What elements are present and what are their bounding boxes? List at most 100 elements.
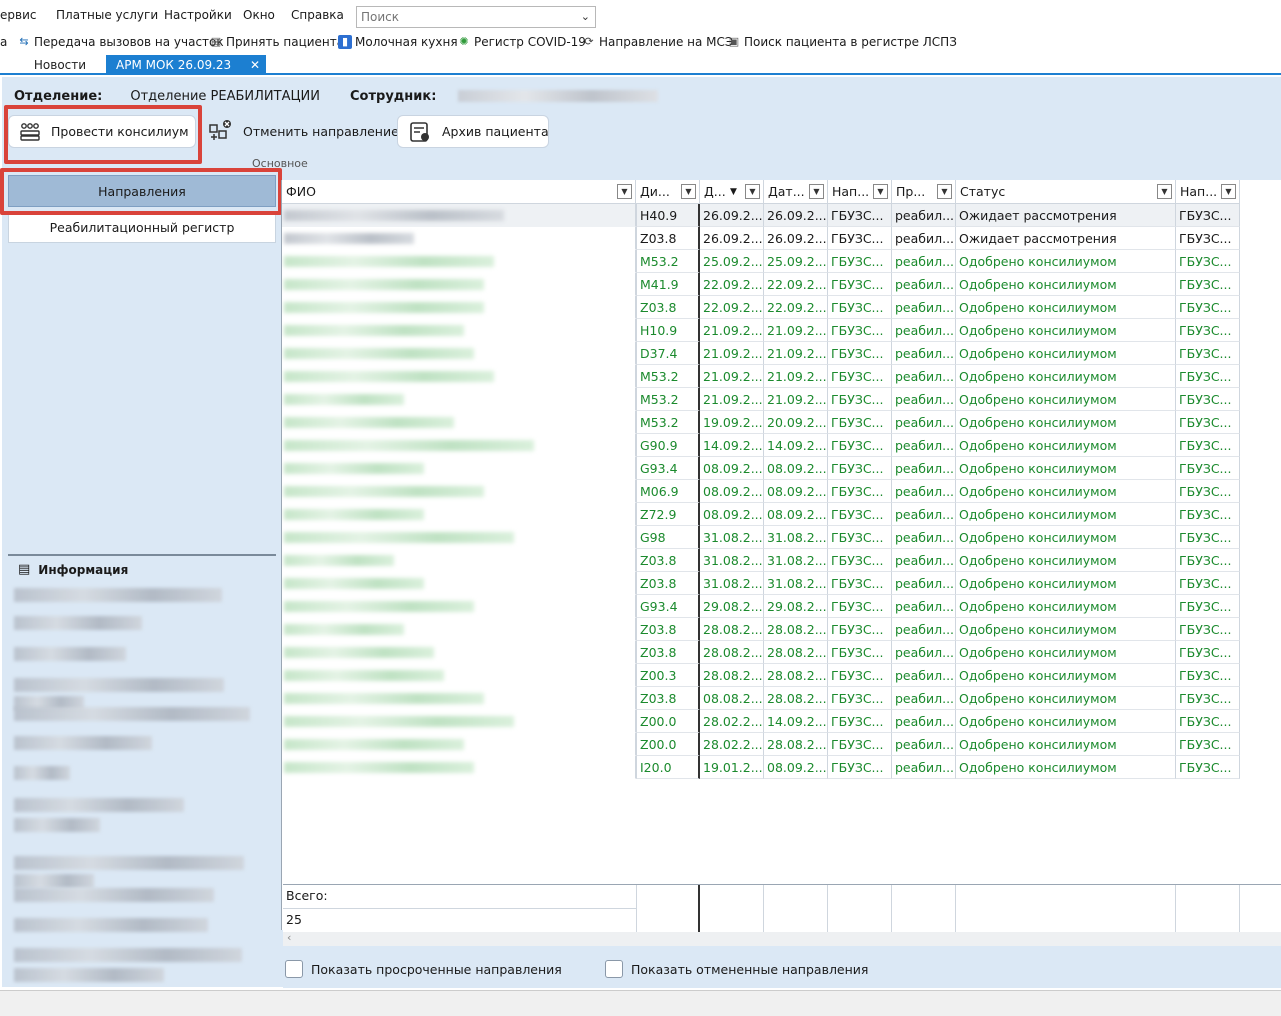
cell-diagnosis: M53.2: [636, 411, 700, 434]
show-cancelled-checkbox[interactable]: Показать отмененные направления: [605, 960, 868, 978]
table-row[interactable]: Z00.3 28.08.2... 28.08.2... ГБУЗС... реабил.…: [282, 664, 1240, 687]
table-row[interactable]: G98 31.08.2... 31.08.2... ГБУЗС... реабил...…: [282, 526, 1240, 549]
cell-referral-org: ГБУЗС...: [828, 365, 892, 388]
menu-help[interactable]: Справка: [291, 8, 344, 22]
redacted-name: [284, 601, 474, 612]
chevron-down-icon[interactable]: ⌄: [581, 10, 590, 23]
tab-news[interactable]: Новости: [14, 55, 106, 75]
checkbox-box[interactable]: [285, 960, 303, 978]
table-row[interactable]: Z03.8 31.08.2... 31.08.2... ГБУЗС... реабил.…: [282, 572, 1240, 595]
cell-date2: 21.09.2...: [764, 365, 828, 388]
quick-item-mse-referral[interactable]: ⟳ Направление на МСЭ: [582, 35, 733, 49]
table-row[interactable]: Z03.8 28.08.2... 28.08.2... ГБУЗС... реабил.…: [282, 618, 1240, 641]
table-row[interactable]: M41.9 22.09.2... 22.09.2... ГБУЗС... реабил.…: [282, 273, 1240, 296]
cell-diagnosis: Z00.0: [636, 733, 700, 756]
menu-paid-services[interactable]: Платные услуги: [56, 8, 158, 22]
cell-diagnosis: Z03.8: [636, 296, 700, 319]
nav-item-rehab-registry[interactable]: Реабилитационный регистр: [8, 211, 276, 243]
cancel-referral-button[interactable]: Отменить направление: [196, 115, 399, 148]
column-header-referral-org[interactable]: Нап... ▼: [828, 180, 892, 204]
table-row[interactable]: M06.9 08.09.2... 08.09.2... ГБУЗС... реабил.…: [282, 480, 1240, 503]
tab-arm-mok[interactable]: АРМ МОК 26.09.23 ✕: [106, 55, 266, 75]
quick-item-lspz-search[interactable]: ▣ Поиск пациента в регистре ЛСПЗ: [727, 35, 957, 49]
redacted-name: [284, 302, 484, 313]
search-input[interactable]: [357, 7, 567, 27]
column-header-date2[interactable]: Дат... ▼: [764, 180, 828, 204]
filter-dropdown-icon[interactable]: ▼: [873, 184, 888, 199]
cell-date1: 21.09.2...: [700, 319, 764, 342]
total-label: Всего:: [283, 885, 637, 909]
filter-dropdown-icon[interactable]: ▼: [617, 184, 632, 199]
table-row[interactable]: Z00.0 28.02.2... 14.09.2... ГБУЗС... реабил.…: [282, 710, 1240, 733]
quick-item-cut[interactable]: а: [0, 35, 7, 49]
table-row[interactable]: H10.9 21.09.2... 21.09.2... ГБУЗС... реабил.…: [282, 319, 1240, 342]
table-row[interactable]: D37.4 21.09.2... 21.09.2... ГБУЗС... реабил.…: [282, 342, 1240, 365]
menu-settings[interactable]: Настройки: [164, 8, 232, 22]
table-row[interactable]: M53.2 21.09.2... 21.09.2... ГБУЗС... реабил.…: [282, 365, 1240, 388]
column-header-status[interactable]: Статус ▼: [956, 180, 1176, 204]
table-row[interactable]: G90.9 14.09.2... 14.09.2... ГБУЗС... реабил.…: [282, 434, 1240, 457]
info-redacted-line: [14, 874, 94, 888]
column-header-label: Статус: [960, 184, 1006, 199]
redacted-name: [284, 233, 414, 244]
quick-item-milk-kitchen[interactable]: ▮ Молочная кухня: [338, 35, 458, 49]
cell-fio-redacted: [282, 273, 636, 296]
quick-item-covid-registry[interactable]: ✺ Регистр COVID-19: [457, 35, 586, 49]
table-row[interactable]: G93.4 08.09.2... 08.09.2... ГБУЗС... реабил.…: [282, 457, 1240, 480]
table-row[interactable]: Z03.8 08.08.2... 28.08.2... ГБУЗС... реабил.…: [282, 687, 1240, 710]
filter-dropdown-icon[interactable]: ▼: [745, 184, 760, 199]
close-icon[interactable]: ✕: [250, 55, 260, 75]
quick-item-transfer-calls[interactable]: ⇆ Передача вызовов на участок: [17, 35, 223, 49]
menu-window[interactable]: Окно: [243, 8, 275, 22]
cell-referral-to: ГБУЗС...: [1176, 526, 1240, 549]
cell-profile: реабил...: [892, 342, 956, 365]
show-overdue-checkbox[interactable]: Показать просроченные направления: [285, 960, 562, 978]
search-combobox[interactable]: ⌄: [356, 6, 596, 28]
table-row[interactable]: Z72.9 08.09.2... 08.09.2... ГБУЗС... реабил.…: [282, 503, 1240, 526]
filter-dropdown-icon[interactable]: ▼: [681, 184, 696, 199]
cell-fio-redacted: [282, 572, 636, 595]
cell-diagnosis: D37.4: [636, 342, 700, 365]
cell-date2: 31.08.2...: [764, 572, 828, 595]
filter-dropdown-icon[interactable]: ▼: [937, 184, 952, 199]
cell-fio-redacted: [282, 365, 636, 388]
column-header-profile[interactable]: Пр... ▼: [892, 180, 956, 204]
table-row[interactable]: H40.9 26.09.2... 26.09.2... ГБУЗС... реабил.…: [282, 204, 1240, 227]
info-redacted-line: [14, 856, 244, 870]
scroll-left-icon[interactable]: ‹: [287, 931, 291, 944]
filter-dropdown-icon[interactable]: ▼: [809, 184, 824, 199]
table-row[interactable]: Z03.8 31.08.2... 31.08.2... ГБУЗС... реабил.…: [282, 549, 1240, 572]
table-row[interactable]: M53.2 25.09.2... 25.09.2... ГБУЗС... реабил.…: [282, 250, 1240, 273]
table-row[interactable]: I20.0 19.01.2... 08.09.2... ГБУЗС... реабил.…: [282, 756, 1240, 779]
checkbox-box[interactable]: [605, 960, 623, 978]
cell-fio-redacted: [282, 342, 636, 365]
footer-cell: [764, 885, 828, 933]
cell-referral-org: ГБУЗС...: [828, 503, 892, 526]
column-header-referral-to[interactable]: Нап... ▼: [1176, 180, 1240, 204]
cell-referral-to: ГБУЗС...: [1176, 641, 1240, 664]
cell-date1: 29.08.2...: [700, 595, 764, 618]
column-header-diagnosis[interactable]: Ди... ▼: [636, 180, 700, 204]
table-row[interactable]: Z00.0 28.02.2... 28.08.2... ГБУЗС... реабил.…: [282, 733, 1240, 756]
cell-referral-to: ГБУЗС...: [1176, 572, 1240, 595]
filter-dropdown-icon[interactable]: ▼: [1221, 184, 1236, 199]
quick-item-accept-patient[interactable]: ▤ Принять пациента: [209, 35, 344, 49]
table-row[interactable]: Z03.8 26.09.2... 26.09.2... ГБУЗС... реабил.…: [282, 227, 1240, 250]
cell-date1: 21.09.2...: [700, 342, 764, 365]
cell-diagnosis: M53.2: [636, 365, 700, 388]
table-row[interactable]: Z03.8 22.09.2... 22.09.2... ГБУЗС... реабил.…: [282, 296, 1240, 319]
filter-dropdown-icon[interactable]: ▼: [1157, 184, 1172, 199]
table-row[interactable]: M53.2 19.09.2... 20.09.2... ГБУЗС... реабил.…: [282, 411, 1240, 434]
table-row[interactable]: M53.2 21.09.2... 21.09.2... ГБУЗС... реабил.…: [282, 388, 1240, 411]
table-row[interactable]: Z03.8 28.08.2... 28.08.2... ГБУЗС... реабил.…: [282, 641, 1240, 664]
cell-profile: реабил...: [892, 687, 956, 710]
menu-service[interactable]: ервис: [0, 8, 36, 22]
redacted-name: [284, 716, 514, 727]
column-header-fio[interactable]: ФИО ▼: [282, 180, 636, 204]
table-row[interactable]: G93.4 29.08.2... 29.08.2... ГБУЗС... реабил.…: [282, 595, 1240, 618]
horizontal-scrollbar[interactable]: ‹: [283, 931, 1281, 946]
footer-cell: [637, 885, 700, 933]
column-header-date1[interactable]: Д... ▼ ▼: [700, 180, 764, 204]
cell-status: Ожидает рассмотрения: [956, 227, 1176, 250]
patient-archive-button[interactable]: Архив пациента: [397, 115, 549, 148]
